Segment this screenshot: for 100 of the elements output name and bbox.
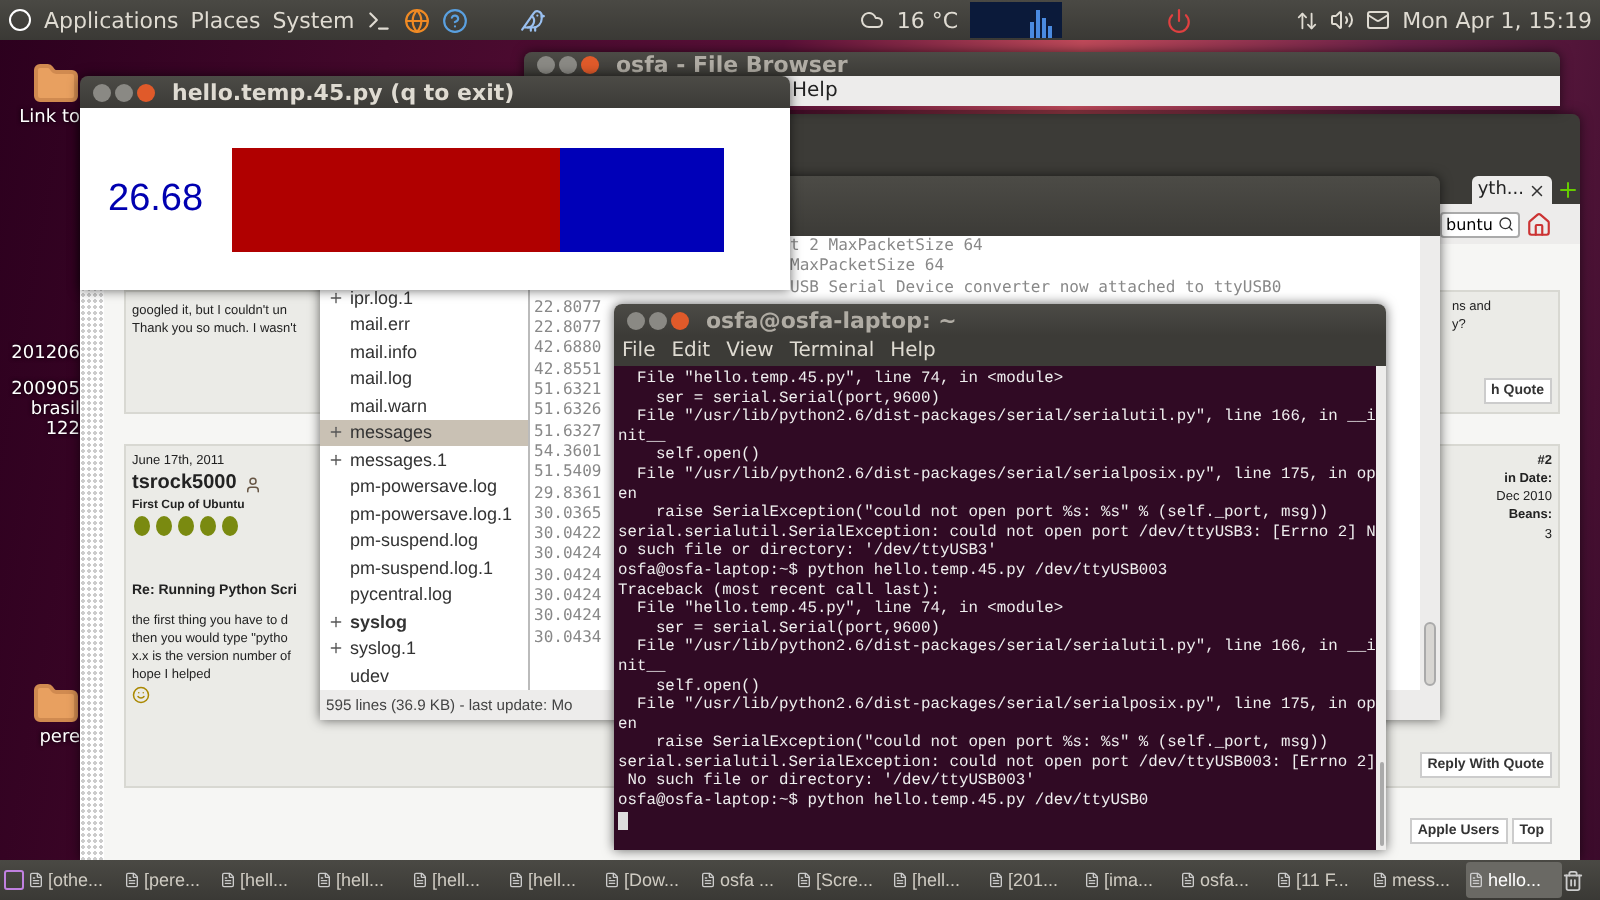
menu-item[interactable]: Edit	[671, 340, 711, 362]
log-file-item[interactable]: syslog	[320, 608, 528, 635]
window-icon	[1180, 872, 1196, 888]
close-icon[interactable]	[1528, 181, 1546, 199]
taskbar-item[interactable]: [201...	[986, 862, 1082, 898]
search-icon[interactable]	[1498, 216, 1514, 232]
menu-item[interactable]: Places	[190, 7, 261, 33]
help-icon[interactable]	[442, 7, 469, 33]
terminal-icon[interactable]	[366, 7, 393, 33]
taskbar-item[interactable]: [Scre...	[794, 862, 890, 898]
log-timestamp: 51.5409	[534, 462, 602, 484]
log-file-item[interactable]: pycentral.log	[320, 581, 528, 608]
window-title: hello.temp.45.py (q to exit)	[172, 79, 515, 105]
window-icon	[604, 872, 620, 888]
expander-icon[interactable]	[328, 424, 344, 441]
log-file-item[interactable]: pm-powersave.log	[320, 473, 528, 500]
menu-item[interactable]: View	[726, 340, 774, 362]
taskbar-item[interactable]: [hell...	[506, 862, 602, 898]
browser-tab[interactable]: yth...	[1471, 176, 1552, 204]
menu-item[interactable]: Help	[792, 80, 838, 102]
expander-icon[interactable]	[328, 289, 344, 306]
temperature-reading: 26.68	[108, 177, 204, 221]
globe-icon[interactable]	[404, 7, 431, 33]
expander-icon[interactable]	[328, 613, 344, 630]
desktop-icon-label: Link to	[19, 108, 80, 128]
menu-item[interactable]: System	[272, 7, 355, 33]
taskbar-item[interactable]: hello...	[1466, 862, 1562, 898]
power-icon[interactable]	[1166, 7, 1193, 33]
bird-icon[interactable]	[520, 7, 547, 33]
mail-icon[interactable]	[1366, 8, 1391, 32]
taskbar-item[interactable]: osfa...	[1178, 862, 1274, 898]
log-timestamp: 30.0365	[534, 503, 602, 525]
window-icon	[892, 872, 908, 888]
home-icon[interactable]	[1526, 211, 1552, 237]
log-file-item[interactable]: mail.err	[320, 311, 528, 338]
log-file-item[interactable]: messages.1	[320, 446, 528, 473]
user-icon[interactable]	[244, 475, 263, 494]
window-title: osfa@osfa-laptop: ~	[706, 307, 957, 333]
new-tab-icon[interactable]	[1556, 178, 1580, 202]
log-file-item[interactable]: pm-suspend.log	[320, 527, 528, 554]
log-file-item[interactable]: mail.log	[320, 365, 528, 392]
log-line: USB Serial Device converter now attached to ttyUSB0	[790, 277, 1282, 298]
beans-icon	[132, 516, 242, 537]
window-icon	[28, 872, 44, 888]
window-icon	[700, 872, 716, 888]
taskbar-item[interactable]: [hell...	[314, 862, 410, 898]
log-file-item[interactable]: udev	[320, 662, 528, 689]
log-file-item[interactable]: mail.info	[320, 338, 528, 365]
taskbar-item[interactable]: [Dow...	[602, 862, 698, 898]
scrollbar-thumb[interactable]	[1424, 622, 1436, 686]
desktop-icon-label: pere	[39, 728, 80, 748]
expander-icon[interactable]	[328, 640, 344, 657]
log-timestamp: 42.8551	[534, 359, 602, 381]
taskbar-item[interactable]: mess...	[1370, 862, 1466, 898]
log-timestamp: 30.0424	[534, 565, 602, 587]
window-icon	[220, 872, 236, 888]
clock[interactable]: Mon Apr 1, 15:19	[1402, 7, 1592, 33]
smiley-icon[interactable]	[132, 686, 150, 705]
trash-icon[interactable]	[1562, 869, 1584, 891]
window-controls-icon[interactable]	[92, 81, 160, 103]
log-file-item[interactable]: messages	[320, 419, 528, 446]
log-timestamp: 54.3601	[534, 441, 602, 463]
log-file-item[interactable]: syslog.1	[320, 635, 528, 662]
window-controls-icon[interactable]	[626, 309, 694, 331]
taskbar-item[interactable]: osfa ...	[698, 862, 794, 898]
taskbar-item[interactable]: [hell...	[218, 862, 314, 898]
volume-icon[interactable]	[1330, 8, 1355, 32]
menu-item[interactable]: Terminal	[789, 340, 875, 362]
taskbar-item[interactable]: [hell...	[890, 862, 986, 898]
log-timestamp: 30.0424	[534, 544, 602, 566]
menu-item[interactable]: Help	[890, 340, 936, 362]
log-file-item[interactable]: pm-suspend.log.1	[320, 554, 528, 581]
folder-icon[interactable]	[32, 680, 80, 728]
log-file-item[interactable]: mail.warn	[320, 392, 528, 419]
log-timestamp: 51.6326	[534, 400, 602, 422]
window-title: osfa - File Browser	[616, 52, 848, 77]
taskbar-item[interactable]: [othe...	[26, 862, 122, 898]
log-file-item[interactable]: pm-powersave.log.1	[320, 500, 528, 527]
weather-icon[interactable]	[860, 8, 885, 32]
terminal-cursor	[618, 811, 628, 830]
log-timestamp: 29.8361	[534, 483, 602, 504]
cpu-graph	[970, 2, 1063, 38]
menu-item[interactable]: Applications	[44, 7, 179, 33]
taskbar-item[interactable]: [pere...	[122, 862, 218, 898]
log-timestamp: 51.6321	[534, 380, 602, 401]
log-file-item[interactable]: ipr.log.1	[320, 284, 528, 311]
expander-icon[interactable]	[328, 451, 344, 468]
menu-item[interactable]: File	[622, 340, 656, 362]
window-icon	[508, 872, 524, 888]
taskbar-item[interactable]: [11 F...	[1274, 862, 1370, 898]
taskbar-item[interactable]: [hell...	[410, 862, 506, 898]
show-desktop-icon[interactable]	[2, 868, 26, 892]
folder-icon[interactable]	[32, 60, 80, 108]
window-controls-icon[interactable]	[536, 53, 604, 75]
network-icon[interactable]	[1296, 9, 1319, 31]
window-icon	[796, 872, 812, 888]
author-name[interactable]: tsrock5000	[132, 472, 237, 498]
search-field[interactable]: buntu	[1440, 211, 1520, 237]
scrollbar-thumb[interactable]	[1379, 762, 1384, 846]
taskbar-item[interactable]: [ima...	[1082, 862, 1178, 898]
